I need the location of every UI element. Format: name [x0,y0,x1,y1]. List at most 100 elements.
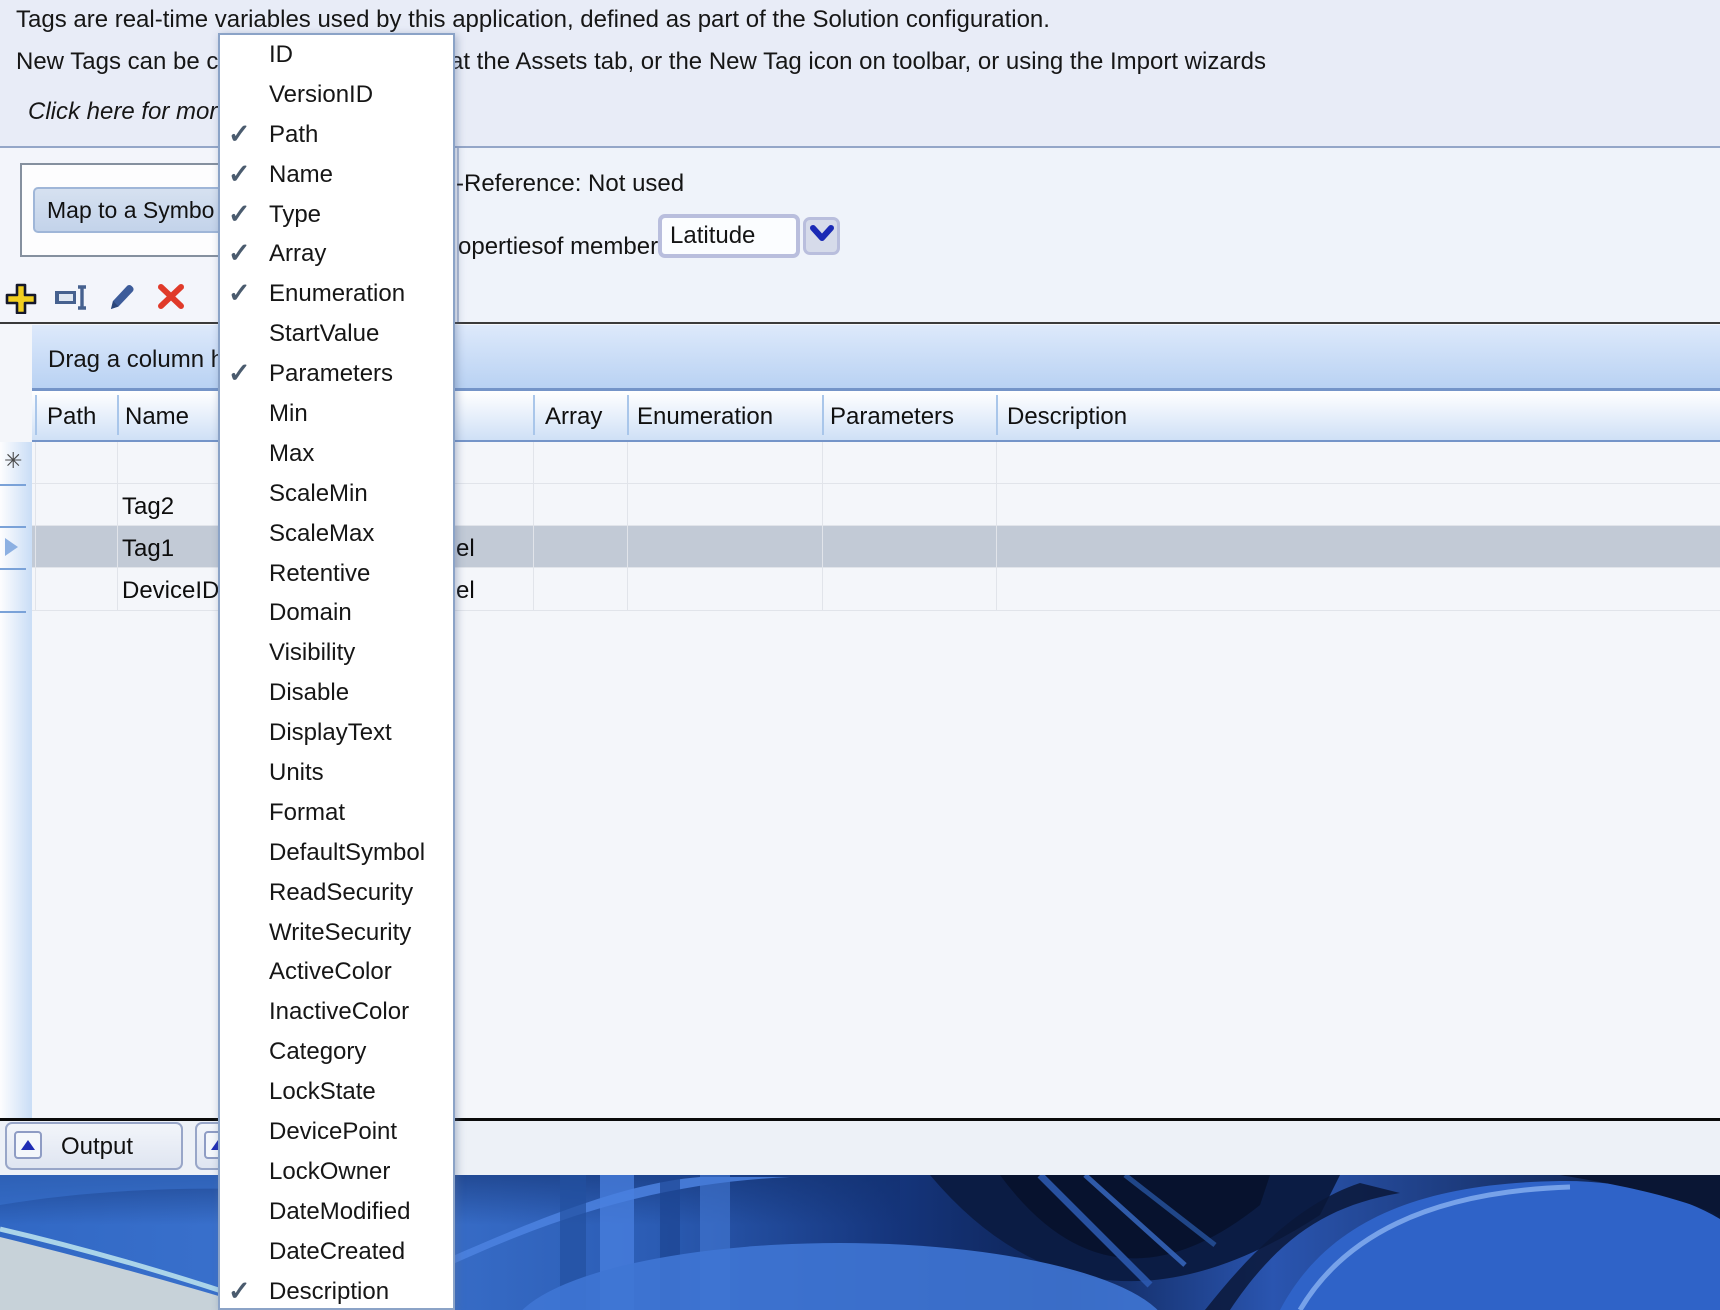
click-here-link[interactable]: Click here for more [28,98,231,126]
menu-item-label: Format [269,798,346,826]
delete-tag-button[interactable] [155,282,191,314]
menu-item-label: DevicePoint [269,1117,398,1145]
menu-item-min[interactable]: Min [220,394,453,434]
rename-tag-button[interactable] [53,282,89,314]
delete-x-icon [155,284,187,316]
menu-item-writesecurity[interactable]: WriteSecurity [220,913,453,953]
chevron-down-icon [809,224,835,249]
menu-item-startvalue[interactable]: StartValue [220,314,453,354]
menu-item-domain[interactable]: Domain [220,593,453,633]
cell-separator [627,442,628,484]
header-separator [996,395,998,435]
checkmark-icon: ✓ [228,238,251,269]
column-chooser-menu: ID VersionID ✓ Path ✓ Name ✓ Type ✓ Array ✓ Enumera… [218,33,455,1310]
reference-status-text: -Reference: Not used [456,170,685,197]
menu-item-label: Category [269,1038,367,1066]
cell-separator [117,526,118,568]
menu-item-label: Enumeration [269,280,406,308]
member-combo-input[interactable]: Latitude [658,214,800,258]
column-header-description[interactable]: Description [1007,403,1127,431]
checkmark-icon: ✓ [228,358,251,389]
menu-item-type[interactable]: ✓ Type [220,195,453,235]
drag-column-hint: Drag a column h [48,346,225,373]
expand-up-icon [14,1131,42,1159]
column-header-enumeration[interactable]: Enumeration [637,403,773,431]
menu-item-parameters[interactable]: ✓ Parameters [220,354,453,394]
gutter-row-separator [0,568,26,570]
header-separator [822,395,824,435]
menu-item-label: Name [269,160,334,188]
header-separator [627,395,629,435]
menu-item-label: WriteSecurity [269,918,412,946]
cell-separator [822,568,823,611]
cell-separator [533,526,534,568]
menu-item-devicepoint[interactable]: DevicePoint [220,1112,453,1152]
add-plus-icon [3,283,39,318]
checkmark-icon: ✓ [228,158,251,189]
header-separator [533,395,535,435]
menu-item-lockowner[interactable]: LockOwner [220,1152,453,1192]
menu-item-datemodified[interactable]: DateModified [220,1192,453,1232]
menu-item-retentive[interactable]: Retentive [220,554,453,594]
menu-item-enumeration[interactable]: ✓ Enumeration [220,274,453,314]
menu-item-visibility[interactable]: Visibility [220,633,453,673]
menu-item-label: DateModified [269,1197,411,1225]
menu-item-label: Domain [269,599,352,627]
menu-item-label: Array [269,240,327,268]
menu-item-activecolor[interactable]: ActiveColor [220,952,453,992]
menu-item-label: Disable [269,679,350,707]
menu-item-label: InactiveColor [269,998,410,1026]
column-header-name[interactable]: Name [125,403,189,431]
cell-separator [117,484,118,526]
cell-separator [117,442,118,484]
menu-item-label: Visibility [269,639,356,667]
rename-field-icon [53,285,91,318]
menu-item-units[interactable]: Units [220,753,453,793]
menu-item-label: DateCreated [269,1237,406,1265]
menu-item-path[interactable]: ✓ Path [220,115,453,155]
cell-separator [627,526,628,568]
menu-item-disable[interactable]: Disable [220,673,453,713]
menu-item-scalemax[interactable]: ScaleMax [220,514,453,554]
menu-item-readsecurity[interactable]: ReadSecurity [220,873,453,913]
menu-item-label: ScaleMin [269,479,368,507]
menu-item-category[interactable]: Category [220,1032,453,1072]
member-label: opertiesof member [458,233,659,260]
menu-item-max[interactable]: Max [220,434,453,474]
output-panel-button[interactable]: Output [5,1122,183,1170]
cell-separator [996,526,997,568]
menu-item-versionid[interactable]: VersionID [220,75,453,115]
menu-item-lockstate[interactable]: LockState [220,1072,453,1112]
menu-item-name[interactable]: ✓ Name [220,155,453,195]
tag-name-cell: Tag1 [122,535,175,562]
cell-separator [35,568,36,611]
menu-item-id[interactable]: ID [220,35,453,75]
edit-tag-button[interactable] [103,282,139,314]
checkmark-icon: ✓ [228,198,251,229]
column-header-path[interactable]: Path [47,403,96,431]
tag-name-cell: DeviceID [122,577,220,604]
menu-item-label: ActiveColor [269,958,392,986]
menu-item-datecreated[interactable]: DateCreated [220,1232,453,1272]
cell-separator [627,568,628,611]
menu-item-inactivecolor[interactable]: InactiveColor [220,992,453,1032]
menu-item-label: StartValue [269,320,380,348]
menu-item-label: Min [269,399,308,427]
menu-item-displaytext[interactable]: DisplayText [220,713,453,753]
cell-separator [822,526,823,568]
column-header-parameters[interactable]: Parameters [830,403,954,431]
app-screen: Tags are real-time variables used by thi… [0,0,1720,1310]
add-tag-button[interactable] [3,282,39,315]
menu-item-array[interactable]: ✓ Array [220,234,453,274]
menu-item-label: LockOwner [269,1157,391,1185]
cell-separator [996,442,997,484]
menu-item-label: Parameters [269,360,394,388]
menu-item-description[interactable]: ✓ Description [220,1272,453,1308]
info-line-2-left: New Tags can be cr [16,48,227,75]
member-combo-dropdown-button[interactable] [803,217,840,255]
cell-separator [822,442,823,484]
column-header-array[interactable]: Array [545,403,602,431]
menu-item-format[interactable]: Format [220,793,453,833]
menu-item-scalemin[interactable]: ScaleMin [220,474,453,514]
menu-item-defaultsymbol[interactable]: DefaultSymbol [220,833,453,873]
